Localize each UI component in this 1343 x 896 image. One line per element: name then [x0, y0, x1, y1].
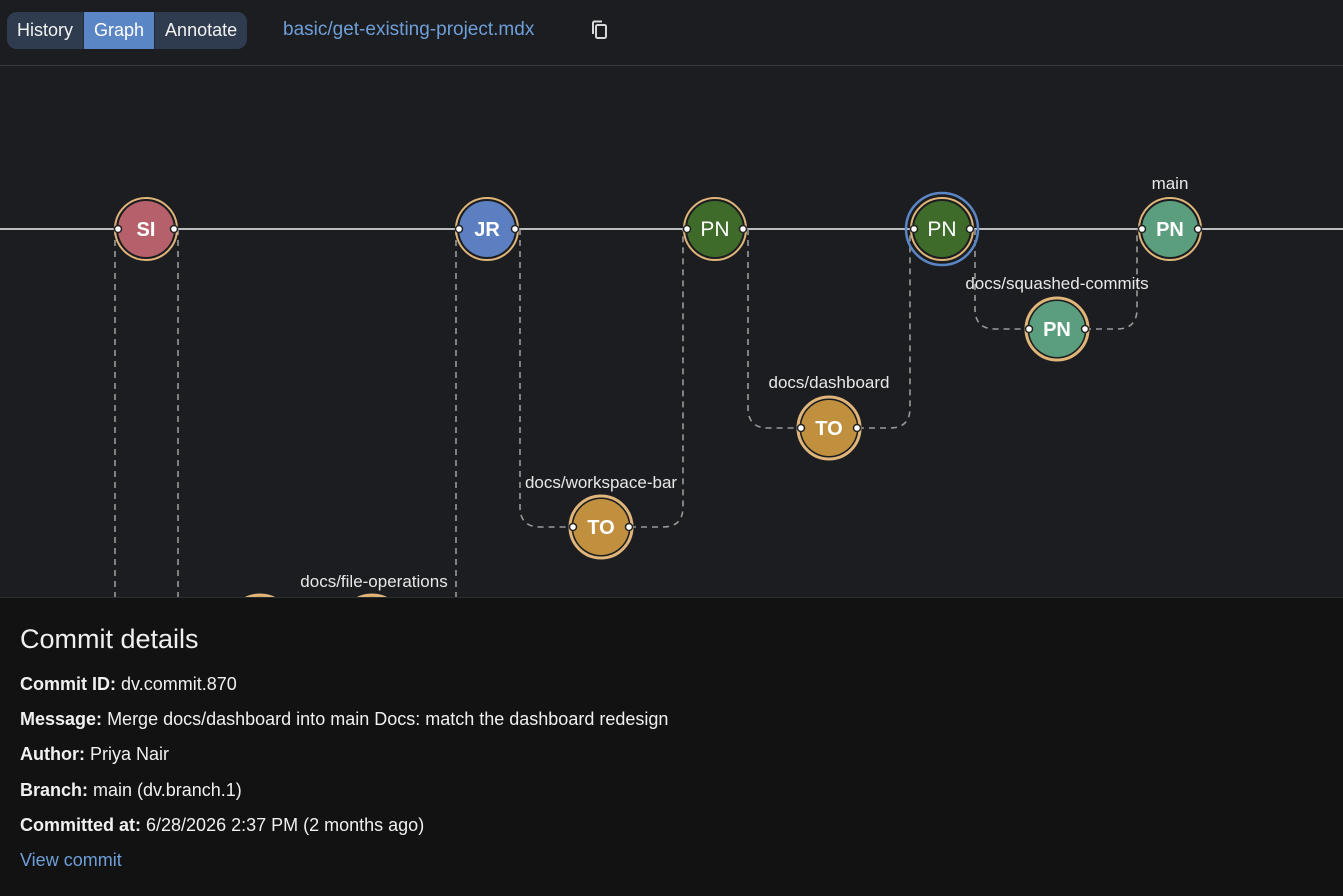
- branch-label-main: main: [1152, 174, 1189, 193]
- file-path: basic/get-existing-project.mdx: [283, 19, 535, 40]
- commit-node-jr[interactable]: JR: [454, 197, 520, 261]
- tab-history[interactable]: History: [7, 12, 84, 49]
- branch-value: main (dv.branch.1): [93, 780, 242, 800]
- commit-node-to-dashboard[interactable]: TO: [796, 395, 862, 461]
- commit-initials: PN: [927, 218, 956, 241]
- branch-label-file-operations: docs/file-operations: [300, 572, 447, 591]
- branch-row: Branch: main (dv.branch.1): [20, 780, 242, 801]
- commit-node-pn-1[interactable]: PN: [682, 197, 748, 261]
- author-row: Author: Priya Nair: [20, 744, 169, 765]
- copy-path-button[interactable]: [589, 19, 611, 43]
- commit-initials: PN: [700, 218, 729, 241]
- tab-annotate[interactable]: Annotate: [154, 12, 248, 49]
- commit-initials: JR: [474, 219, 500, 241]
- author-label: Author:: [20, 744, 85, 764]
- commit-node-pn-squashed[interactable]: PN: [1024, 296, 1090, 362]
- commit-node-pn-selected[interactable]: PN: [904, 191, 980, 267]
- message-value: Merge docs/dashboard into main Docs: mat…: [107, 709, 669, 729]
- branch-label-squashed-commits: docs/squashed-commits: [965, 274, 1148, 293]
- view-commit-link[interactable]: View commit: [20, 850, 122, 871]
- committed-at-row: Committed at: 6/28/2026 2:37 PM (2 month…: [20, 815, 424, 836]
- message-row: Message: Merge docs/dashboard into main …: [20, 709, 668, 730]
- toolbar: History Graph Annotate basic/get-existin…: [0, 0, 1343, 66]
- commit-id-row: Commit ID: dv.commit.870: [20, 674, 237, 695]
- commit-id-label: Commit ID:: [20, 674, 116, 694]
- commit-id-value: dv.commit.870: [121, 674, 237, 694]
- committed-at-label: Committed at:: [20, 815, 141, 835]
- commit-node-pn-main-head[interactable]: PN: [1137, 197, 1203, 261]
- commit-node-si[interactable]: SI: [113, 197, 179, 261]
- commit-initials: SI: [137, 219, 156, 241]
- view-mode-switcher: History Graph Annotate: [7, 12, 248, 49]
- branch-label: Branch:: [20, 780, 89, 800]
- branch-label-workspace-bar: docs/workspace-bar: [525, 473, 677, 492]
- author-value: Priya Nair: [90, 744, 170, 764]
- commit-initials: TO: [587, 517, 614, 539]
- commit-details-panel: Commit details Commit ID: dv.commit.870 …: [0, 597, 1343, 896]
- commit-details-title: Commit details: [20, 624, 199, 654]
- commit-initials: TO: [815, 418, 842, 440]
- copy-icon: [592, 20, 607, 39]
- commit-graph-canvas: SI JR PN PN main PN docs/squashed-commit…: [0, 174, 1343, 597]
- commit-initials: PN: [1156, 219, 1184, 241]
- message-label: Message:: [20, 709, 103, 729]
- commit-node-to-workspace-bar[interactable]: TO: [568, 494, 634, 560]
- tab-graph[interactable]: Graph: [83, 12, 155, 49]
- committed-at-value: 6/28/2026 2:37 PM (2 months ago): [146, 815, 425, 835]
- commit-graph: SI JR PN PN main PN docs/squashed-commit…: [0, 67, 1343, 597]
- commit-initials: PN: [1043, 319, 1071, 341]
- branch-label-dashboard: docs/dashboard: [769, 373, 890, 392]
